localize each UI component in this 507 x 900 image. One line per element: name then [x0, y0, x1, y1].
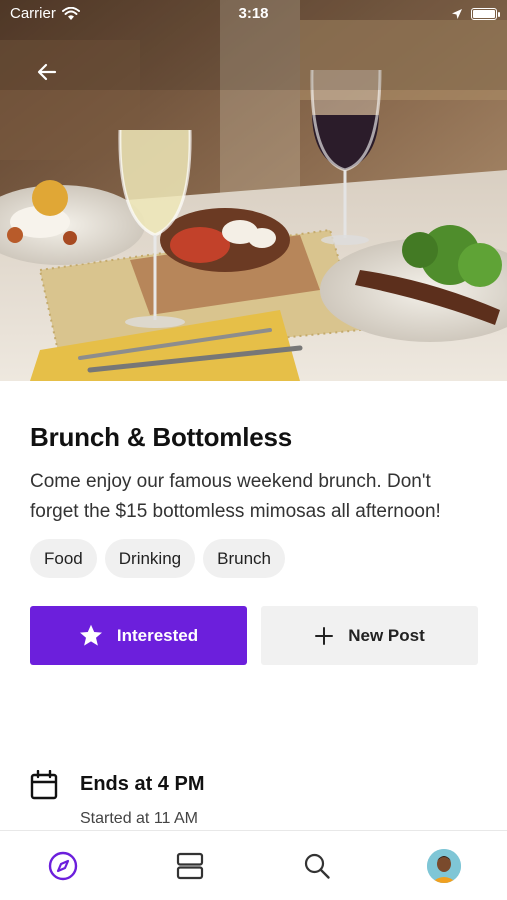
food-photo [0, 0, 507, 381]
hero-image [0, 0, 507, 381]
action-buttons: Interested New Post [30, 606, 478, 665]
new-post-button[interactable]: New Post [261, 606, 478, 665]
location-arrow-icon [452, 8, 462, 19]
cards-icon [177, 852, 204, 879]
schedule-end-time: Ends at 4 PM [80, 773, 205, 795]
calendar-icon [30, 770, 58, 800]
interested-label: Interested [116, 625, 199, 645]
back-button[interactable] [27, 55, 67, 89]
tag-chip[interactable]: Brunch [203, 539, 285, 578]
battery-icon [471, 7, 500, 20]
tag-list: Food Drinking Brunch [30, 539, 478, 578]
tab-search[interactable] [287, 841, 347, 891]
carrier-label: Carrier [10, 5, 56, 22]
schedule-start-time: Started at 11 AM [80, 810, 198, 827]
compass-icon [49, 851, 78, 880]
tag-chip[interactable]: Drinking [104, 539, 196, 578]
tag-chip[interactable]: Food [30, 539, 97, 578]
arrow-left-icon [37, 63, 57, 81]
new-post-label: New Post [348, 625, 425, 645]
schedule-text: Ends at 4 PM Started at 11 AM [80, 770, 204, 828]
avatar [426, 848, 461, 883]
wifi-icon [61, 6, 80, 20]
status-left: Carrier [10, 5, 80, 22]
schedule-row: Ends at 4 PM Started at 11 AM [30, 770, 204, 828]
status-bar: Carrier 3:18 [0, 0, 507, 27]
interested-button[interactable]: Interested [30, 606, 247, 665]
tab-explore[interactable] [33, 841, 93, 891]
tab-bar [0, 830, 507, 900]
star-icon [79, 624, 102, 646]
event-description: Come enjoy our famous weekend brunch. Do… [30, 471, 441, 522]
event-details: Brunch & Bottomless Come enjoy our famou… [30, 400, 478, 665]
status-right [451, 7, 500, 20]
tab-profile[interactable] [414, 841, 474, 891]
plus-icon [315, 626, 334, 645]
search-icon [304, 853, 330, 879]
battery-level [473, 9, 495, 18]
event-title: Brunch & Bottomless [30, 422, 293, 452]
tab-feed[interactable] [160, 841, 220, 891]
avatar-image [426, 848, 461, 883]
